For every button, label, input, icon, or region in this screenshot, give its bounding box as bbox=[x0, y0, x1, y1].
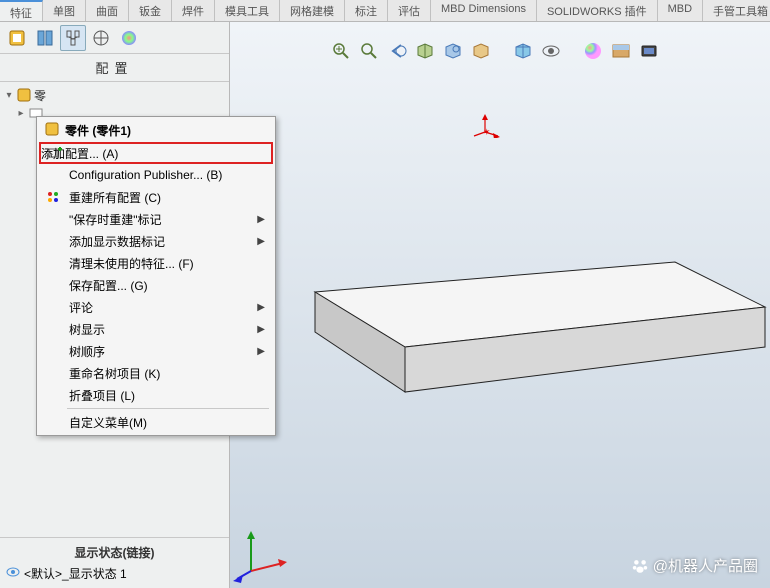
ribbon-tabs: 特征 单图 曲面 钣金 焊件 模具工具 网格建模 标注 评估 MBD Dimen… bbox=[0, 0, 770, 22]
view-orient-icon[interactable] bbox=[470, 40, 492, 62]
view-triad[interactable] bbox=[233, 523, 293, 583]
tree-root-label: 零 bbox=[34, 87, 46, 104]
part-icon bbox=[17, 88, 31, 102]
submenu-arrow-icon: ▶ bbox=[257, 214, 265, 225]
menu-item-13[interactable]: 自定义菜单(M) bbox=[39, 411, 273, 433]
menu-item-9[interactable]: 树顺序 ▶ bbox=[39, 340, 273, 362]
model-block bbox=[295, 252, 770, 432]
context-menu-header: 零件 (零件1) bbox=[39, 119, 273, 142]
rebuild-icon bbox=[45, 189, 61, 205]
sidebar-toolbar bbox=[0, 22, 229, 54]
display-state-panel: 显示状态(链接) <默认>_显示状态 1 bbox=[0, 537, 229, 588]
zoom-fit-icon[interactable] bbox=[330, 40, 352, 62]
feature-tree-icon[interactable] bbox=[4, 25, 30, 51]
add-config-icon bbox=[47, 145, 63, 161]
expand-icon[interactable]: ▸ bbox=[16, 108, 26, 119]
origin-marker: ✶ bbox=[470, 114, 500, 141]
menu-item-3[interactable]: "保存时重建"标记 ▶ bbox=[39, 208, 273, 230]
display-state-title: 显示状态(链接) bbox=[0, 542, 229, 563]
menu-item-label: Configuration Publisher... (B) bbox=[69, 168, 222, 182]
tab-evaluate[interactable]: 评估 bbox=[388, 0, 431, 21]
scene-icon[interactable] bbox=[610, 40, 632, 62]
dimxpert-icon[interactable] bbox=[88, 25, 114, 51]
context-menu: 零件 (零件1) 添加配置... (A) Configuration Publis… bbox=[36, 116, 276, 436]
menu-item-label: 评论 bbox=[69, 299, 93, 316]
menu-item-label: 自定义菜单(M) bbox=[69, 414, 147, 431]
config-icon[interactable] bbox=[60, 25, 86, 51]
tab-weldments[interactable]: 焊件 bbox=[172, 0, 215, 21]
menu-item-label: 树显示 bbox=[69, 321, 105, 338]
property-icon[interactable] bbox=[32, 25, 58, 51]
eye-icon bbox=[6, 565, 20, 582]
tab-mold[interactable]: 模具工具 bbox=[215, 0, 280, 21]
tab-mbd-dim[interactable]: MBD Dimensions bbox=[431, 0, 537, 21]
panel-title: 配置 bbox=[0, 54, 229, 82]
submenu-arrow-icon: ▶ bbox=[257, 346, 265, 357]
menu-item-6[interactable]: 保存配置... (G) bbox=[39, 274, 273, 296]
hide-show-icon[interactable] bbox=[540, 40, 562, 62]
section-icon[interactable] bbox=[414, 40, 436, 62]
tab-sheetmetal[interactable]: 钣金 bbox=[129, 0, 172, 21]
submenu-arrow-icon: ▶ bbox=[257, 324, 265, 335]
submenu-arrow-icon: ▶ bbox=[257, 236, 265, 247]
menu-item-7[interactable]: 评论 ▶ bbox=[39, 296, 273, 318]
menu-item-1[interactable]: Configuration Publisher... (B) bbox=[39, 164, 273, 186]
menu-item-10[interactable]: 重命名树项目 (K) bbox=[39, 362, 273, 384]
watermark: @机器人产品圈 bbox=[631, 555, 758, 576]
display-state-item[interactable]: <默认>_显示状态 1 bbox=[0, 563, 229, 584]
prev-view-icon[interactable] bbox=[386, 40, 408, 62]
tab-mesh[interactable]: 网格建模 bbox=[280, 0, 345, 21]
appearance-icon[interactable] bbox=[116, 25, 142, 51]
tab-annotate[interactable]: 标注 bbox=[345, 0, 388, 21]
view-toolbar bbox=[330, 40, 660, 62]
tree-root[interactable]: ▾ 零 bbox=[2, 86, 227, 104]
menu-item-0[interactable]: 添加配置... (A) bbox=[39, 142, 273, 164]
menu-item-label: 保存配置... (G) bbox=[69, 277, 148, 294]
menu-item-11[interactable]: 折叠项目 (L) bbox=[39, 384, 273, 406]
svg-text:✶: ✶ bbox=[483, 127, 491, 137]
part-icon bbox=[45, 122, 59, 139]
menu-item-2[interactable]: 重建所有配置 (C) bbox=[39, 186, 273, 208]
tab-features[interactable]: 特征 bbox=[0, 0, 43, 21]
menu-item-8[interactable]: 树显示 ▶ bbox=[39, 318, 273, 340]
submenu-arrow-icon: ▶ bbox=[257, 302, 265, 313]
viewport[interactable]: ✶ @机器人产品圈 bbox=[230, 22, 770, 588]
menu-item-4[interactable]: 添加显示数据标记 ▶ bbox=[39, 230, 273, 252]
menu-item-5[interactable]: 清理未使用的特征... (F) bbox=[39, 252, 273, 274]
tab-sketch[interactable]: 单图 bbox=[43, 0, 86, 21]
menu-item-label: 重建所有配置 (C) bbox=[69, 189, 161, 206]
menu-item-label: "保存时重建"标记 bbox=[69, 211, 162, 228]
menu-item-label: 添加显示数据标记 bbox=[69, 233, 165, 250]
render-icon[interactable] bbox=[638, 40, 660, 62]
paw-icon bbox=[631, 557, 649, 575]
menu-item-label: 重命名树项目 (K) bbox=[69, 365, 160, 382]
menu-item-label: 清理未使用的特征... (F) bbox=[69, 255, 194, 272]
collapse-icon[interactable]: ▾ bbox=[4, 90, 14, 101]
dynamic-icon[interactable] bbox=[442, 40, 464, 62]
display-state-label: <默认>_显示状态 1 bbox=[24, 565, 127, 582]
tab-mbd[interactable]: MBD bbox=[658, 0, 703, 21]
menu-item-label: 折叠项目 (L) bbox=[69, 387, 135, 404]
display-style-icon[interactable] bbox=[512, 40, 534, 62]
tab-addins[interactable]: SOLIDWORKS 插件 bbox=[537, 0, 658, 21]
zoom-area-icon[interactable] bbox=[358, 40, 380, 62]
menu-item-label: 树顺序 bbox=[69, 343, 105, 360]
appearance-sphere-icon[interactable] bbox=[582, 40, 604, 62]
tab-surface[interactable]: 曲面 bbox=[86, 0, 129, 21]
tab-toolbox[interactable]: 手管工具箱 bbox=[703, 0, 770, 21]
